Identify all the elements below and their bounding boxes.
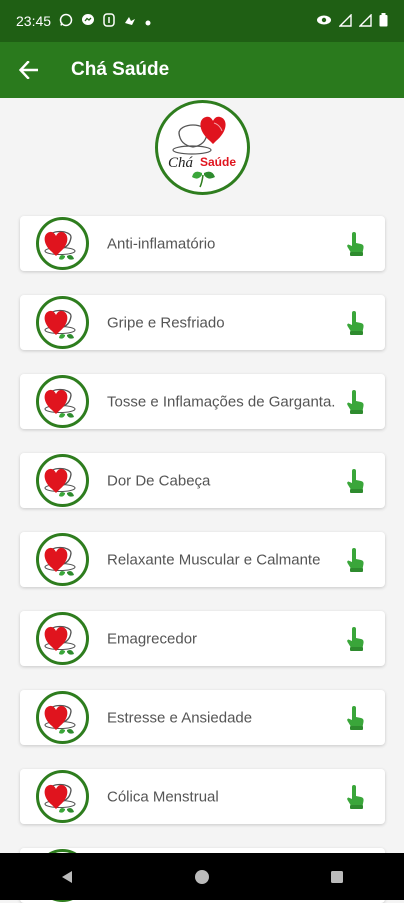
nav-back-button[interactable] <box>47 857 87 897</box>
category-card[interactable]: Anti-inflamatório <box>20 216 385 271</box>
category-label: Dor De Cabeça <box>107 472 211 489</box>
logo-text-saude: Saúde <box>200 155 236 169</box>
nav-home-button[interactable] <box>182 857 222 897</box>
whatsapp-icon <box>59 13 73 29</box>
category-thumbnail <box>36 770 89 823</box>
category-thumbnail <box>36 217 89 270</box>
dot-icon <box>145 15 151 28</box>
category-thumbnail <box>36 691 89 744</box>
status-left: 23:45 <box>16 13 151 29</box>
battery-icon <box>379 13 388 29</box>
tap-hand-icon <box>345 469 367 493</box>
page-title: Chá Saúde <box>71 59 170 80</box>
notification-app-icon <box>103 13 115 29</box>
category-thumbnail <box>36 612 89 665</box>
tap-hand-icon <box>345 706 367 730</box>
signal-icon-2 <box>358 12 372 29</box>
category-thumbnail <box>36 533 89 586</box>
category-thumbnail <box>36 454 89 507</box>
signal-icon <box>338 12 352 29</box>
category-label: Relaxante Muscular e Calmante <box>107 551 321 568</box>
tap-hand-icon <box>345 390 367 414</box>
messenger-icon <box>81 13 95 29</box>
category-label: Gripe e Resfriado <box>107 314 225 331</box>
bird-notification-icon <box>123 13 137 29</box>
category-card[interactable]: Relaxante Muscular e Calmante <box>20 532 385 587</box>
tap-hand-icon <box>345 232 367 256</box>
nav-recents-button[interactable] <box>317 857 357 897</box>
back-button[interactable] <box>16 57 42 83</box>
status-bar: 23:45 <box>0 0 404 42</box>
category-card[interactable]: Tosse e Inflamações de Garganta. <box>20 374 385 429</box>
tap-hand-icon <box>345 311 367 335</box>
category-card[interactable]: Estresse e Ansiedade <box>20 690 385 745</box>
category-label: Emagrecedor <box>107 630 198 647</box>
app-logo: Chá Saúde <box>155 100 250 195</box>
eye-comfort-icon <box>316 14 332 28</box>
category-card[interactable]: Dor De Cabeça <box>20 453 385 508</box>
category-thumbnail <box>36 375 89 428</box>
status-time: 23:45 <box>16 13 52 29</box>
category-label: Cólica Menstrual <box>107 788 219 805</box>
home-circle-icon <box>194 869 209 884</box>
category-label: Tosse e Inflamações de Garganta. <box>107 393 336 410</box>
status-right <box>316 12 388 29</box>
arrow-back-icon <box>19 61 38 79</box>
tap-hand-icon <box>345 548 367 572</box>
category-card[interactable]: Gripe e Resfriado <box>20 295 385 350</box>
app-bar: Chá Saúde <box>0 42 404 98</box>
category-label: Estresse e Ansiedade <box>107 709 253 726</box>
category-label: Anti-inflamatório <box>107 235 216 252</box>
logo-text-cha: Chá <box>168 155 194 171</box>
category-card[interactable]: Emagrecedor <box>20 611 385 666</box>
system-nav-bar <box>0 853 404 900</box>
category-thumbnail <box>36 296 89 349</box>
recents-square-icon <box>330 870 343 883</box>
tap-hand-icon <box>345 785 367 809</box>
back-triangle-icon <box>62 870 73 883</box>
tap-hand-icon <box>345 627 367 651</box>
category-card[interactable]: Cólica Menstrual <box>20 769 385 824</box>
